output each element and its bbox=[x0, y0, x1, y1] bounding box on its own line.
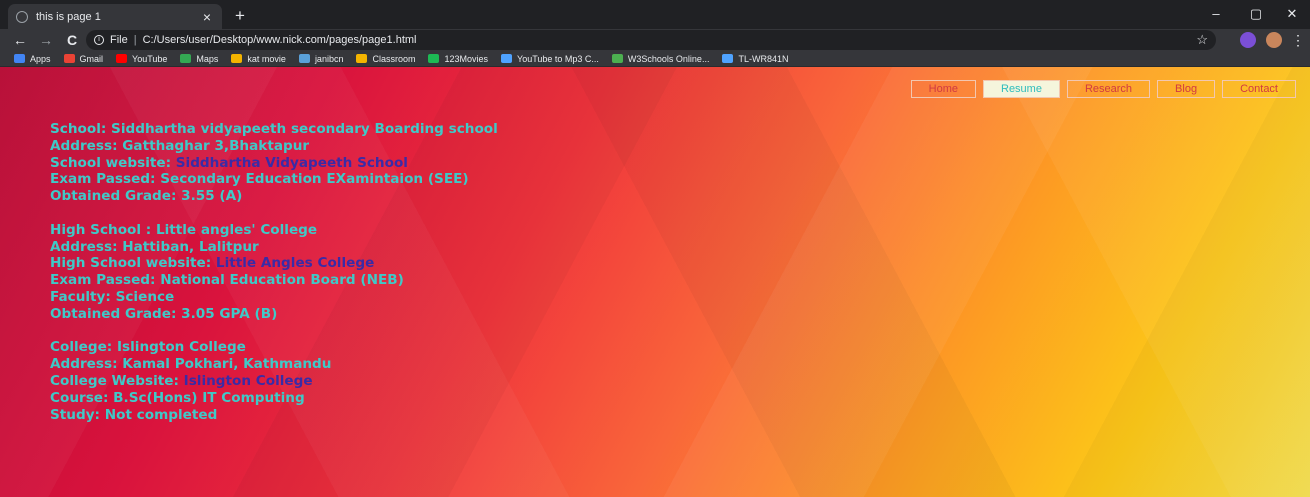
high-school-website-line: High School website: Little Angles Colle… bbox=[50, 255, 498, 272]
extension-icon[interactable] bbox=[1240, 32, 1256, 48]
high-school-address: Address: Hattiban, Lalitpur bbox=[50, 238, 259, 255]
address-bar[interactable]: i File | C:/Users/user/Desktop/www.nick.… bbox=[86, 30, 1216, 50]
nav-research-button[interactable]: Research bbox=[1066, 80, 1151, 98]
bookmark-favicon-icon bbox=[63, 54, 75, 63]
reload-button[interactable]: C bbox=[62, 30, 82, 50]
info-icon[interactable]: i bbox=[94, 35, 104, 45]
bookmark-item[interactable]: kat movie bbox=[231, 54, 286, 64]
high-school-website-link[interactable]: Little Angles College bbox=[216, 255, 374, 271]
tab-strip: this is page 1 × + – ▢ ✕ bbox=[0, 0, 1310, 29]
bookmark-label: W3Schools Online... bbox=[627, 53, 710, 64]
bookmark-favicon-icon bbox=[298, 54, 310, 63]
bookmark-item[interactable]: janibcn bbox=[298, 53, 344, 64]
close-window-button[interactable]: ✕ bbox=[1272, 4, 1310, 24]
school-website-label: School website: bbox=[50, 154, 176, 171]
bookmark-favicon-icon bbox=[356, 54, 368, 63]
school-grade: Obtained Grade: 3.55 (A) bbox=[50, 188, 243, 205]
bookmark-item[interactable]: TL-WR841N bbox=[722, 54, 788, 64]
bookmark-label: YouTube bbox=[132, 53, 168, 64]
high-school-website-label: High School website: bbox=[50, 255, 216, 272]
high-school-exam: Exam Passed: National Education Board (N… bbox=[50, 272, 404, 289]
bookmark-item[interactable]: W3Schools Online... bbox=[611, 53, 710, 64]
page-viewport: Home Resume Research Blog Contact School… bbox=[0, 67, 1310, 497]
bookmark-item[interactable]: YouTube to Mp3 C... bbox=[501, 54, 599, 64]
site-nav: Home Resume Research Blog Contact bbox=[904, 80, 1296, 98]
school-website-link[interactable]: Siddhartha Vidyapeeth School bbox=[176, 155, 408, 171]
bookmark-label: Gmail bbox=[79, 53, 104, 64]
browser-toolbar: ← → C i File | C:/Users/user/Desktop/www… bbox=[0, 29, 1310, 51]
nav-blog-button[interactable]: Blog bbox=[1157, 80, 1216, 98]
profile-avatar[interactable] bbox=[1266, 32, 1282, 48]
url-text[interactable]: C:/Users/user/Desktop/www.nick.com/pages… bbox=[143, 34, 1197, 46]
page-favicon-icon bbox=[16, 10, 28, 23]
bookmark-label: 123Movies bbox=[444, 53, 489, 64]
college-address: Address: Kamal Pokhari, Kathmandu bbox=[50, 356, 332, 373]
bookmark-item[interactable]: Apps bbox=[14, 54, 51, 64]
bookmark-favicon-icon bbox=[611, 54, 623, 63]
bookmark-favicon-icon bbox=[428, 54, 440, 63]
back-button[interactable]: ← bbox=[10, 30, 30, 50]
bookmark-favicon-icon bbox=[231, 54, 243, 63]
college-course: Course: B.Sc(Hons) IT Computing bbox=[50, 389, 305, 406]
bookmark-favicon-icon bbox=[116, 54, 128, 63]
school-address: Address: Gatthaghar 3,Bhaktapur bbox=[50, 137, 310, 154]
minimize-button[interactable]: – bbox=[1196, 4, 1236, 24]
bookmark-favicon-icon bbox=[14, 54, 25, 63]
bookmark-favicon-icon bbox=[501, 54, 513, 63]
bookmark-favicon-icon bbox=[180, 54, 192, 63]
browser-menu-button[interactable]: ⋮ bbox=[1288, 30, 1308, 50]
maximize-button[interactable]: ▢ bbox=[1236, 4, 1276, 24]
college-name: College: Islington College bbox=[50, 339, 246, 356]
tab-title: this is page 1 bbox=[36, 10, 101, 23]
bookmark-favicon-icon bbox=[722, 54, 734, 63]
bookmark-label: Maps bbox=[196, 53, 219, 64]
high-school-faculty: Faculty: Science bbox=[50, 288, 175, 305]
school-website-line: School website: Siddhartha Vidyapeeth Sc… bbox=[50, 155, 498, 172]
tab-close-icon[interactable]: × bbox=[200, 10, 214, 24]
school-exam: Exam Passed: Secondary Education EXamint… bbox=[50, 171, 469, 188]
bookmark-label: YouTube to Mp3 C... bbox=[517, 53, 599, 64]
bookmarks-bar: Apps Gmail YouTube Maps kat movie janibcn Clas… bbox=[0, 51, 1310, 67]
college-website-line: College Website: Islington College bbox=[50, 373, 498, 390]
bookmark-item[interactable]: 123Movies bbox=[428, 54, 488, 64]
bookmark-item[interactable]: YouTube bbox=[116, 54, 167, 64]
bookmark-item[interactable]: Classroom bbox=[356, 54, 415, 64]
file-scheme-label: File bbox=[110, 34, 128, 46]
college-website-label: College Website: bbox=[50, 372, 184, 389]
nav-resume-button[interactable]: Resume bbox=[983, 80, 1060, 98]
school-name: School: Siddhartha vidyapeeth secondary … bbox=[50, 121, 498, 137]
high-school-name: High School : Little angles' College bbox=[50, 221, 318, 238]
bookmark-label: Apps bbox=[30, 53, 51, 64]
nav-home-button[interactable]: Home bbox=[910, 80, 976, 98]
bookmark-star-icon[interactable]: ☆ bbox=[1196, 32, 1208, 48]
nav-contact-button[interactable]: Contact bbox=[1222, 80, 1296, 98]
bookmark-item[interactable]: Maps bbox=[180, 54, 218, 64]
college-study: Study: Not completed bbox=[50, 406, 218, 423]
education-details: School: Siddhartha vidyapeeth secondary … bbox=[50, 121, 498, 423]
bookmark-label: Classroom bbox=[372, 53, 416, 64]
bookmark-item[interactable]: Gmail bbox=[63, 53, 104, 64]
college-website-link[interactable]: Islington College bbox=[184, 373, 313, 389]
high-school-grade: Obtained Grade: 3.05 GPA (B) bbox=[50, 305, 278, 322]
bookmark-label: janibcn bbox=[314, 53, 344, 64]
bookmark-label: kat movie bbox=[247, 53, 286, 64]
forward-button[interactable]: → bbox=[36, 30, 56, 50]
address-separator: | bbox=[133, 34, 137, 46]
browser-tab[interactable]: this is page 1 × bbox=[8, 4, 222, 29]
bookmark-label: TL-WR841N bbox=[738, 53, 789, 64]
new-tab-button[interactable]: + bbox=[230, 6, 250, 26]
